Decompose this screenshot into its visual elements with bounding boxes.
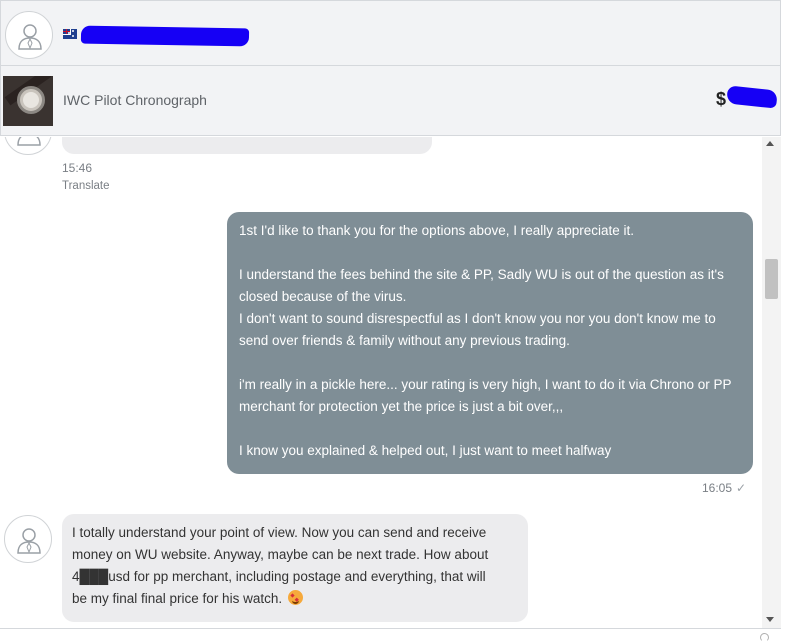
chat-scrollbar[interactable] [762,137,781,628]
message-bubble-previous [62,137,432,154]
listing-title[interactable]: IWC Pilot Chronograph [63,92,207,108]
message-paragraph: i'm really in a pickle here... your rati… [239,377,732,414]
message-paragraph: I know you explained & helped out, I jus… [239,443,612,458]
emoji-picker-icon[interactable] [760,633,769,642]
scrollbar-thumb[interactable] [765,259,778,299]
message-time: 16:05 ✓ [702,481,747,495]
message-input-bar[interactable] [0,628,781,643]
message-bubble-incoming: I totally understand your point of view.… [62,514,528,622]
user-icon [17,137,41,146]
user-icon [17,528,41,554]
smiling-face-with-hearts-icon [288,590,304,605]
message-paragraph: 1st I'd like to thank you for the option… [239,223,635,238]
message-paragraph: I understand the fees behind the site & … [239,267,724,348]
message-line: be my final final price for his watch. [72,588,518,610]
conversation-header [0,0,781,66]
message-line: money on WU website. Anyway, maybe can b… [72,547,489,562]
translate-link[interactable]: Translate [62,180,110,192]
message-line: I totally understand your point of view.… [72,525,487,540]
chat-thread[interactable]: 15:46 Translate 1st I'd like to thank yo… [0,137,781,628]
message-line: 4███usd for pp merchant, including posta… [72,569,486,584]
australia-flag-icon [63,29,77,39]
message-time: 15:46 [62,161,93,175]
sent-check-icon: ✓ [736,481,747,495]
price-redacted [726,85,778,109]
seller-avatar [4,137,52,155]
watch-thumbnail[interactable] [3,76,53,126]
seller-avatar[interactable] [5,11,53,59]
listing-price: $ [716,89,727,109]
scroll-up-arrow-icon[interactable] [766,141,774,146]
listing-bar[interactable]: IWC Pilot Chronograph $ [0,66,781,136]
seller-avatar[interactable] [4,515,52,563]
scroll-down-arrow-icon[interactable] [766,617,774,622]
seller-name-redacted[interactable] [80,25,250,47]
window-edge [781,0,788,643]
user-icon [18,24,42,50]
message-bubble-outgoing: 1st I'd like to thank you for the option… [227,212,753,474]
